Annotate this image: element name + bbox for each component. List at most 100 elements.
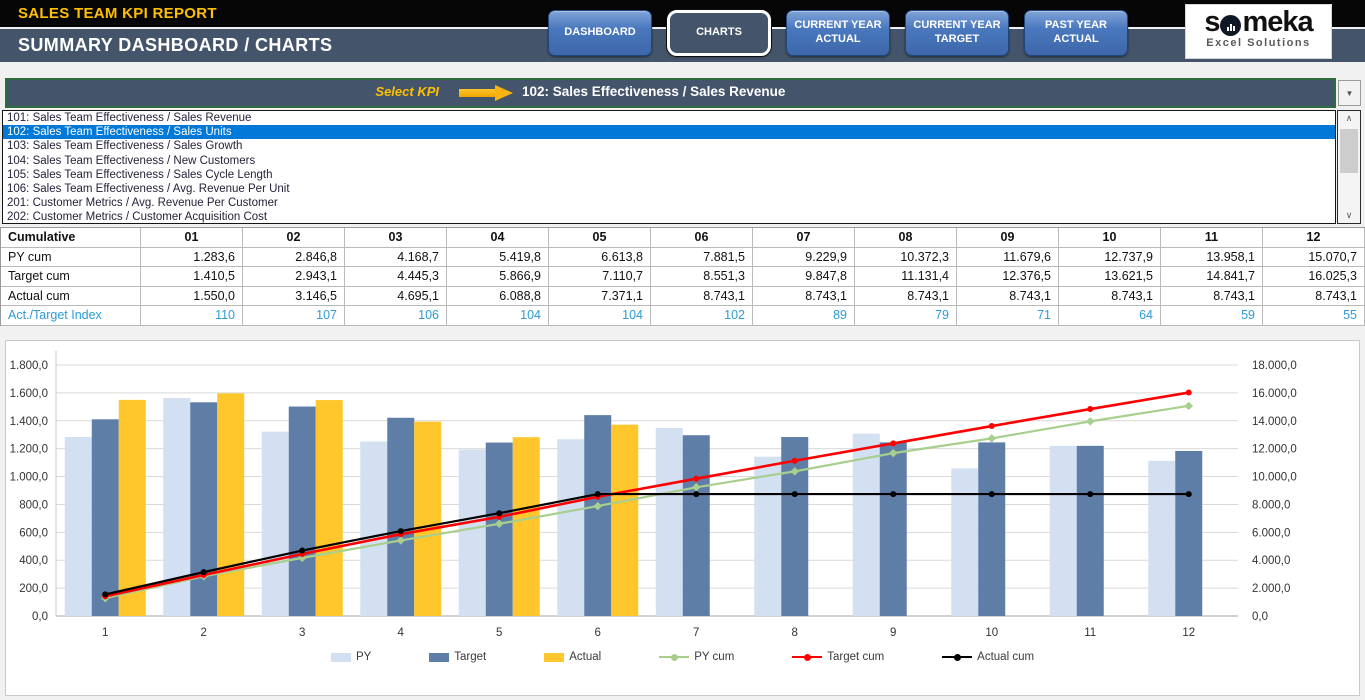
bar-target-1 [92,419,119,616]
table-cell: 3.146,5 [243,287,345,307]
table-cell: 7.881,5 [651,248,753,268]
table-cell: 13.958,1 [1161,248,1263,268]
bar-target-7 [683,435,710,616]
legend-item-actual: Actual [544,651,601,663]
kpi-chart-svg: 0,00,0200,02.000,0400,04.000,0600,06.000… [6,341,1359,646]
svg-text:600,0: 600,0 [19,527,48,539]
svg-text:1.800,0: 1.800,0 [10,360,48,372]
scrollbar-thumb[interactable] [1340,129,1358,173]
table-cell: 03 [345,228,447,248]
table-cell: Act./Target Index [1,306,141,326]
table-cell: 12 [1263,228,1365,248]
bar-py-3 [262,432,289,616]
table-cell: 106 [345,306,447,326]
scroll-down-icon[interactable]: ∨ [1338,208,1360,223]
kpi-listbox[interactable]: 101: Sales Team Effectiveness / Sales Re… [2,110,1336,224]
table-cell: 5.866,9 [447,267,549,287]
legend-label: PY [356,651,371,663]
svg-text:7: 7 [693,627,699,639]
bar-actual-3 [316,400,343,616]
legend-label: Target cum [827,651,884,663]
table-cell: 104 [447,306,549,326]
svg-text:200,0: 200,0 [19,583,48,595]
svg-text:1: 1 [102,627,108,639]
kpi-list-item[interactable]: 202: Customer Metrics / Customer Acquisi… [3,210,1335,224]
table-cell: PY cum [1,248,141,268]
kpi-dropdown-button[interactable]: ▼ [1338,80,1361,106]
svg-text:5: 5 [496,627,502,639]
dashboard-button[interactable]: DASHBOARD [548,10,652,56]
bar-actual-2 [217,393,244,616]
table-cell: 1.410,5 [141,267,243,287]
bar-target-10 [978,442,1005,616]
svg-text:14.000,0: 14.000,0 [1252,416,1297,428]
table-cell: Target cum [1,267,141,287]
svg-text:4.000,0: 4.000,0 [1252,555,1290,567]
table-cell: 11 [1161,228,1263,248]
bar-actual-1 [119,400,146,616]
table-cell: 12.737,9 [1059,248,1161,268]
bar-target-4 [387,418,414,616]
svg-text:8.000,0: 8.000,0 [1252,499,1290,511]
svg-text:400,0: 400,0 [19,555,48,567]
table-cell: 8.551,3 [651,267,753,287]
table-cell: 64 [1059,306,1161,326]
bar-actual-4 [414,422,441,616]
bar-target-5 [486,443,513,616]
table-cell: 1.550,0 [141,287,243,307]
table-cell: 59 [1161,306,1263,326]
past-year-actual-button[interactable]: PAST YEAR ACTUAL [1024,10,1128,56]
svg-text:8: 8 [792,627,798,639]
charts-button[interactable]: CHARTS [667,10,771,56]
legend-item-target: Target [429,651,486,663]
bar-actual-6 [611,425,638,616]
svg-text:10.000,0: 10.000,0 [1252,472,1297,484]
bar-target-3 [289,407,316,616]
legend-label: Actual [569,651,601,663]
table-cell: 04 [447,228,549,248]
kpi-list-item[interactable]: 102: Sales Team Effectiveness / Sales Un… [3,125,1335,139]
table-cell: 2.943,1 [243,267,345,287]
kpi-chart: 0,00,0200,02.000,0400,04.000,0600,06.000… [5,340,1360,696]
legend-swatch [659,656,689,658]
table-cell: Cumulative [1,228,141,248]
legend-label: Target [454,651,486,663]
selected-kpi-value: 102: Sales Effectiveness / Sales Revenue [522,84,785,99]
table-cell: 09 [957,228,1059,248]
someka-logo: smeka Excel Solutions [1185,4,1332,59]
table-cell: 8.743,1 [1161,287,1263,307]
scroll-up-icon[interactable]: ∧ [1338,111,1360,126]
table-cell: 12.376,5 [957,267,1059,287]
svg-text:0,0: 0,0 [32,611,48,623]
kpi-list-item[interactable]: 101: Sales Team Effectiveness / Sales Re… [3,111,1335,125]
kpi-list-item[interactable]: 104: Sales Team Effectiveness / New Cust… [3,154,1335,168]
current-year-actual-button[interactable]: CURRENT YEAR ACTUAL [786,10,890,56]
legend-swatch [331,653,351,662]
bar-target-8 [781,437,808,616]
bar-py-1 [65,437,92,616]
kpi-selector: Select KPI 102: Sales Effectiveness / Sa… [5,78,1336,108]
chart-legend: PYTargetActualPY cumTarget cumActual cum [6,651,1359,663]
kpi-list-item[interactable]: 105: Sales Team Effectiveness / Sales Cy… [3,168,1335,182]
nav-buttons: DASHBOARD CHARTS CURRENT YEAR ACTUAL CUR… [548,10,1128,58]
table-cell: 6.088,8 [447,287,549,307]
table-cell: 8.743,1 [651,287,753,307]
svg-text:12: 12 [1182,627,1195,639]
table-cell: 4.695,1 [345,287,447,307]
current-year-target-button[interactable]: CURRENT YEAR TARGET [905,10,1009,56]
kpi-list-item[interactable]: 201: Customer Metrics / Avg. Revenue Per… [3,196,1335,210]
kpi-list-item[interactable]: 106: Sales Team Effectiveness / Avg. Rev… [3,182,1335,196]
table-cell: 9.229,9 [753,248,855,268]
table-cell: 71 [957,306,1059,326]
kpi-list-scrollbar[interactable]: ∧ ∨ [1337,110,1361,224]
svg-text:6: 6 [595,627,601,639]
kpi-list-item[interactable]: 103: Sales Team Effectiveness / Sales Gr… [3,139,1335,153]
table-cell: 06 [651,228,753,248]
table-cell: 8.743,1 [957,287,1059,307]
table-cell: 02 [243,228,345,248]
svg-text:3: 3 [299,627,305,639]
svg-text:12.000,0: 12.000,0 [1252,444,1297,456]
bar-py-11 [1050,446,1077,616]
logo-wordmark: smeka [1186,5,1331,39]
logo-chart-icon [1220,15,1241,36]
